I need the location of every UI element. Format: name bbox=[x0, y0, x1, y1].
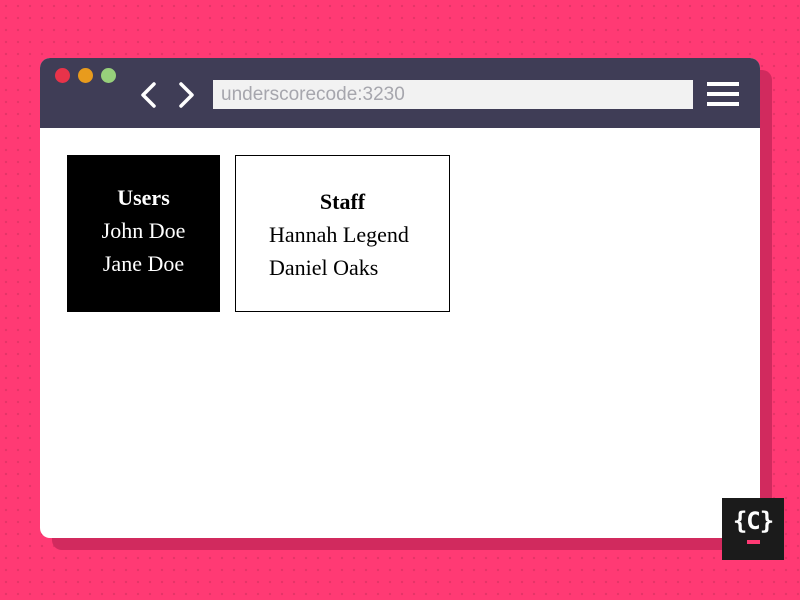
users-card: Users John Doe Jane Doe bbox=[67, 155, 220, 312]
list-item: Daniel Oaks bbox=[269, 255, 379, 280]
maximize-button[interactable] bbox=[101, 68, 116, 83]
hamburger-menu-icon[interactable] bbox=[707, 80, 739, 108]
browser-titlebar bbox=[40, 58, 760, 128]
browser-window: Users John Doe Jane Doe Staff Hannah Leg… bbox=[40, 58, 760, 538]
close-button[interactable] bbox=[55, 68, 70, 83]
users-card-title: Users bbox=[117, 185, 170, 210]
logo-underscore bbox=[747, 540, 760, 544]
address-bar[interactable] bbox=[213, 80, 693, 109]
minimize-button[interactable] bbox=[78, 68, 93, 83]
underscorecode-logo: {C} bbox=[722, 498, 784, 560]
page-background: { "browser": { "address": "underscorecod… bbox=[0, 0, 800, 600]
list-item: John Doe bbox=[101, 218, 186, 243]
list-item: Hannah Legend bbox=[269, 222, 409, 247]
staff-card: Staff Hannah Legend Daniel Oaks bbox=[235, 155, 450, 312]
staff-card-title: Staff bbox=[319, 189, 366, 214]
chevron-left-icon[interactable] bbox=[137, 81, 161, 109]
logo-text: {C} bbox=[732, 507, 774, 535]
chevron-right-icon[interactable] bbox=[174, 81, 198, 109]
list-item: Jane Doe bbox=[102, 251, 185, 276]
